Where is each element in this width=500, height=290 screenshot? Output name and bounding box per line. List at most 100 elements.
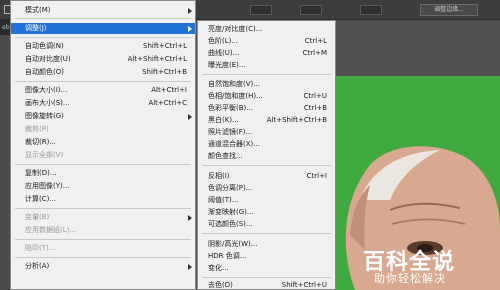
menu-item-label: 通道混合器(X)... [208,140,260,148]
menu-item-label: 曝光度(E)... [208,61,246,69]
submenu-item-color-lookup[interactable]: 颜色查找... [198,151,335,162]
submenu-item-posterize[interactable]: 色调分离(P)... [198,183,335,194]
menu-item-label: 画布大小(S)... [25,99,70,107]
menu-item-auto-tone[interactable]: 自动色调(N) Shift+Ctrl+L [11,41,195,52]
submenu-arrow-icon [188,264,192,270]
width-field[interactable] [360,5,382,15]
menu-item-label: 可选颜色(S)... [208,220,253,228]
menu-item-label: 色阶(L)... [208,37,239,45]
menu-separator [15,18,191,19]
menu-item-label: 计算(C)... [25,195,57,203]
menu-item-label: 调整(J) [25,24,47,32]
menu-item-label: 渐变映射(G)... [208,208,254,216]
feather-field[interactable] [250,5,272,15]
submenu-arrow-icon [188,215,192,221]
submenu-item-vibrance[interactable]: 自然饱和度(V)... [198,79,335,90]
menu-item-label: 阴影/高光(W)... [208,240,258,248]
submenu-item-brightness-contrast[interactable]: 亮度/对比度(C)... [198,24,335,35]
menu-separator [15,239,191,240]
menu-item-label: 黑白(K)... [208,116,239,124]
image-menu: 模式(M) 调整(J) 自动色调(N) Shift+Ctrl+L 自动对比度(U… [10,0,196,290]
menu-item-label: 颜色查找... [208,152,243,160]
submenu-item-gradient-map[interactable]: 渐变映射(G)... [198,207,335,218]
menu-item-apply-image[interactable]: 应用图像(Y)... [11,181,195,192]
menu-separator [15,37,191,38]
menu-item-trim[interactable]: 裁切(R)... [11,137,195,148]
submenu-item-black-white[interactable]: 黑白(K)... Alt+Shift+Ctrl+B [198,115,335,126]
menu-item-calculations[interactable]: 计算(C)... [11,194,195,205]
submenu-item-selective-color[interactable]: 可选颜色(S)... [198,219,335,230]
menu-item-mode[interactable]: 模式(M) [11,5,195,16]
menu-separator [15,257,191,258]
menu-separator [202,233,331,234]
submenu-arrow-icon [188,114,192,120]
menu-item-shortcut: Alt+Shift+Ctrl+L [127,55,187,63]
menu-separator [202,277,331,278]
menu-item-label: 裁切(R)... [25,138,57,146]
menu-item-shortcut: Ctrl+B [303,104,327,112]
menu-item-adjustments[interactable]: 调整(J) [11,23,195,34]
menu-item-analysis[interactable]: 分析(A) [11,261,195,272]
menu-item-label: 图像大小(I)... [25,86,68,94]
menu-separator [15,208,191,209]
menu-item-label: 自动对比度(U) [25,55,71,63]
menu-separator [15,81,191,82]
submenu-item-hue-saturation[interactable]: 色相/饱和度(H)... Ctrl+U [198,91,335,102]
submenu-item-levels[interactable]: 色阶(L)... Ctrl+L [198,36,335,47]
adjust-edge-button[interactable]: 调整边缘... [420,4,478,16]
submenu-arrow-icon [188,8,192,14]
submenu-arrow-icon [188,26,192,32]
menu-item-shortcut: Shift+Ctrl+U [281,281,327,289]
submenu-item-variations[interactable]: 变化... [198,263,335,274]
menu-item-label: 色调分离(P)... [208,184,253,192]
menu-item-shortcut: Ctrl+I [306,172,327,180]
submenu-item-color-balance[interactable]: 色彩平衡(B)... Ctrl+B [198,103,335,114]
menu-item-image-size[interactable]: 图像大小(I)... Alt+Ctrl+I [11,85,195,96]
submenu-item-threshold[interactable]: 阈值(T)... [198,195,335,206]
menu-item-shortcut: Alt+Ctrl+C [148,99,187,107]
watermark-subtitle: 助你轻松解决 [374,272,446,285]
submenu-item-hdr-toning[interactable]: HDR 色调... [198,251,335,262]
menu-item-image-rotation[interactable]: 图像旋转(G) [11,111,195,122]
menu-item-label: 色彩平衡(B)... [208,104,253,112]
menu-item-shortcut: Ctrl+L [304,37,327,45]
submenu-item-desaturate[interactable]: 去色(D) Shift+Ctrl+U [198,280,335,290]
submenu-item-exposure[interactable]: 曝光度(E)... [198,60,335,71]
menu-item-label: 应用数据组(L)... [25,226,77,234]
menu-separator [202,74,331,75]
menu-item-label: 自动色调(N) [25,42,64,50]
menu-item-crop: 裁剪(P) [11,124,195,135]
submenu-item-curves[interactable]: 曲线(U)... Ctrl+M [198,48,335,59]
menu-item-label: 反相(I) [208,172,230,180]
style-select[interactable] [300,5,322,15]
menu-item-auto-color[interactable]: 自动颜色(O) Shift+Ctrl+B [11,67,195,78]
menu-item-apply-data-set: 应用数据组(L)... [11,225,195,236]
menu-item-label: 照片滤镜(F)... [208,128,253,136]
menu-item-label: 应用图像(Y)... [25,182,70,190]
menu-item-duplicate[interactable]: 复制(D)... [11,168,195,179]
menu-item-trap: 陷印(T)... [11,243,195,254]
menu-item-canvas-size[interactable]: 画布大小(S)... Alt+Ctrl+C [11,98,195,109]
menu-item-shortcut: Shift+Ctrl+B [142,68,187,76]
submenu-item-photo-filter[interactable]: 照片滤镜(F)... [198,127,335,138]
menu-item-label: 复制(D)... [25,169,57,177]
adjustments-submenu: 亮度/对比度(C)... 色阶(L)... Ctrl+L 曲线(U)... Ct… [197,20,336,290]
menu-item-label: 色相/饱和度(H)... [208,92,263,100]
menu-item-shortcut: Shift+Ctrl+L [143,42,187,50]
submenu-item-invert[interactable]: 反相(I) Ctrl+I [198,171,335,182]
menu-item-auto-contrast[interactable]: 自动对比度(U) Alt+Shift+Ctrl+L [11,54,195,65]
menu-separator [202,165,331,166]
menu-item-variables: 变量(B) [11,212,195,223]
menu-item-label: 裁剪(P) [25,125,49,133]
menu-item-label: HDR 色调... [208,252,247,260]
menu-item-label: 去色(D) [208,281,233,289]
menu-separator [15,164,191,165]
submenu-item-channel-mixer[interactable]: 通道混合器(X)... [198,139,335,150]
menu-item-shortcut: Ctrl+U [303,92,327,100]
submenu-item-shadows-highlights[interactable]: 阴影/高光(W)... [198,239,335,250]
menu-item-shortcut: Alt+Ctrl+I [151,86,187,94]
menu-item-label: 自动颜色(O) [25,68,64,76]
menu-item-label: 显示全部(V) [25,151,64,159]
menu-item-label: 自然饱和度(V)... [208,80,260,88]
menu-item-label: 曲线(U)... [208,49,240,57]
